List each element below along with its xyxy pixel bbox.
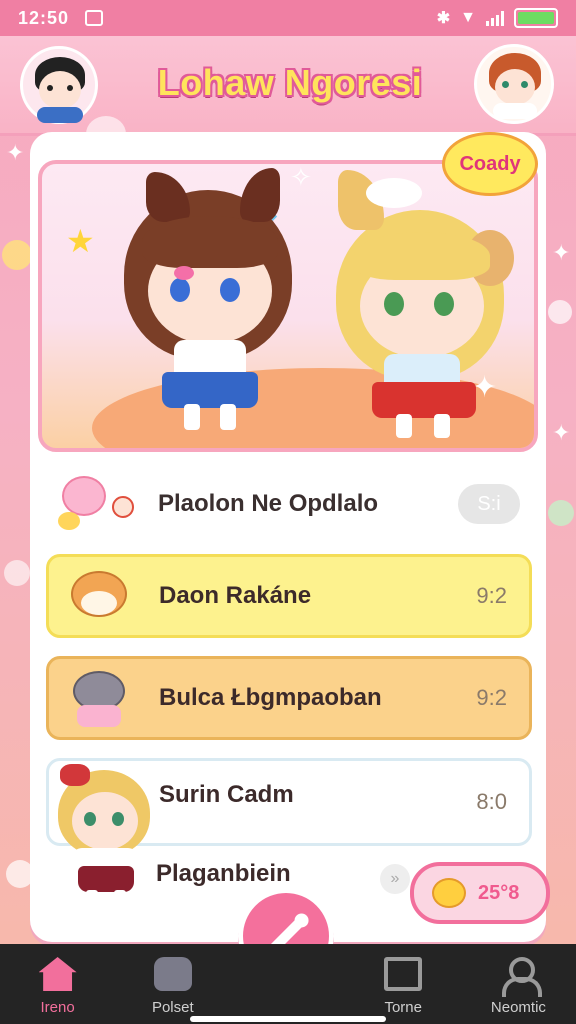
wifi-icon: ▼: [460, 9, 476, 26]
signal-icon: [486, 10, 504, 26]
nav-item-label: Torne: [384, 999, 422, 1016]
nav-item-label: Polset: [151, 999, 194, 1016]
home-icon: [38, 957, 77, 991]
home-indicator[interactable]: [190, 1016, 386, 1022]
extra-item-chip[interactable]: »: [380, 864, 410, 894]
app-header: Lohaw Ngoresi: [0, 36, 576, 136]
sparkle-icon: ✦: [552, 240, 571, 265]
list-item-value: 9:2: [476, 583, 507, 608]
list-item-label: Plaolon Ne Opdlalo: [158, 490, 379, 517]
flower-decoration: [548, 500, 574, 526]
nav-item-profile[interactable]: Neomtic: [461, 944, 576, 1024]
nav-item-square[interactable]: Torne: [346, 944, 461, 1024]
friend-avatar[interactable]: [474, 44, 554, 124]
nav-item-spacer: [230, 944, 345, 1024]
list-item-toggle[interactable]: S:i: [458, 484, 520, 524]
flower-decoration: [2, 240, 32, 270]
sparkle-icon: ✦: [6, 140, 25, 165]
temperature-value: 25°8: [478, 881, 520, 904]
sparkle-icon: ✦: [552, 420, 571, 445]
status-time: 12:50: [18, 7, 70, 28]
cute-creatures-icon: [58, 472, 134, 538]
nav-item-label: Ireno: [40, 999, 75, 1016]
nav-item-pet[interactable]: Polset: [115, 944, 230, 1024]
blonde-character: [304, 170, 534, 448]
square-icon: [384, 957, 423, 991]
list-item-label: Daon Rakáne: [159, 582, 312, 609]
user-avatar[interactable]: [20, 46, 98, 124]
flower-decoration: [4, 560, 30, 586]
brown-hair-character: [90, 164, 300, 444]
fox-icon: [63, 563, 133, 629]
nav-item-home[interactable]: Ireno: [0, 944, 115, 1024]
list-item-label: Surin Cadm: [159, 781, 294, 808]
list-item[interactable]: Bulca Łbgmpaoban 9:2: [46, 656, 532, 740]
hero-illustration: ★ ✦ ✧ ❖: [38, 160, 538, 452]
girl-figure: [50, 762, 160, 912]
nav-item-label: Neomtic: [490, 999, 546, 1016]
temperature-bubble[interactable]: 25°8: [410, 862, 550, 924]
bluetooth-icon: ✱: [436, 10, 451, 27]
flower-decoration: [548, 300, 572, 324]
bottom-nav: Ireno Polset Torne Neomtic: [0, 944, 576, 1024]
list-item-value: 8:0: [476, 789, 507, 814]
status-icons: ✱ ▼: [437, 8, 558, 28]
battery-icon: [514, 8, 558, 28]
cat-icon: [63, 665, 133, 731]
list-item[interactable]: Plaolon Ne Opdlalo S:i: [46, 462, 532, 546]
list-item[interactable]: Daon Rakáne 9:2: [46, 554, 532, 638]
chick-icon: [432, 878, 466, 908]
extra-item-label: Plaganbiein: [156, 860, 291, 887]
list-item-label: Bulca Łbgmpaoban: [159, 684, 382, 711]
status-bar: 12:50 ✱ ▼: [0, 0, 576, 36]
app-title: Lohaw Ngoresi: [157, 62, 423, 103]
pet-icon: [153, 957, 192, 991]
speech-bubble: Coady: [442, 132, 538, 196]
list-item-value: 9:2: [476, 685, 507, 710]
notification-icon: [85, 10, 104, 26]
person-icon: [499, 957, 543, 997]
